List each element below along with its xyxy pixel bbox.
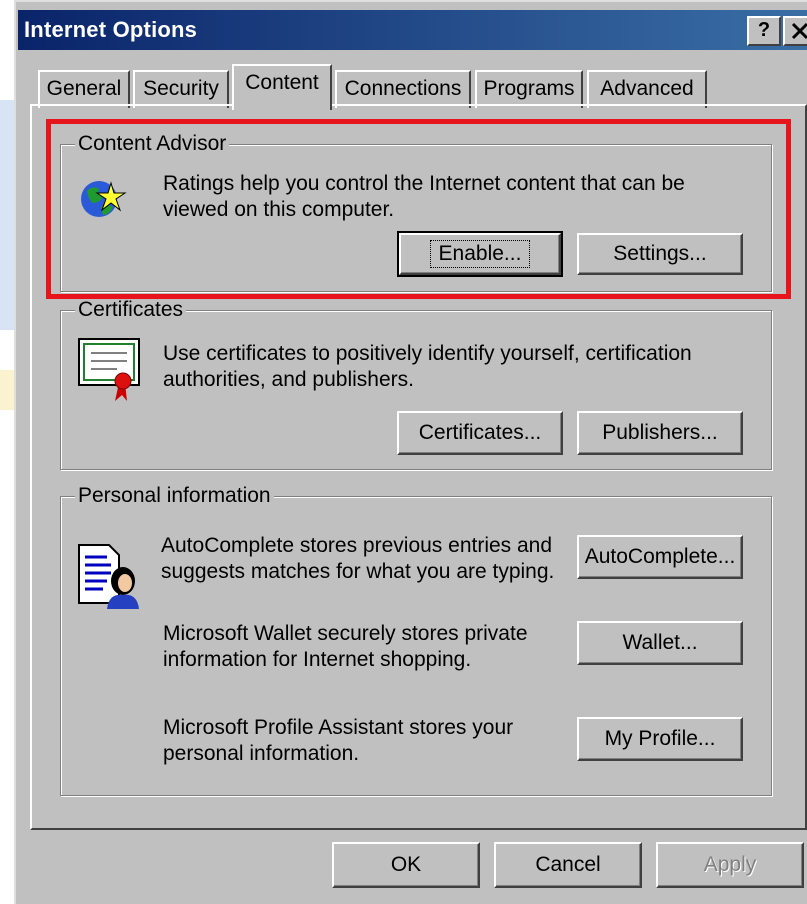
close-icon — [791, 22, 807, 40]
title-bar[interactable]: Internet Options ? — [18, 10, 807, 50]
content-advisor-legend: Content Advisor — [75, 131, 230, 157]
profile-description-line1: Microsoft Profile Assistant stores your — [163, 716, 514, 739]
wallet-description-line2: information for Internet shopping. — [163, 648, 472, 671]
cancel-button[interactable]: Cancel — [494, 842, 642, 888]
content-advisor-description-line1: Ratings help you control the Internet co… — [163, 172, 685, 195]
content-advisor-description-line2: viewed on this computer. — [163, 198, 395, 221]
autocomplete-button[interactable]: AutoComplete... — [577, 535, 743, 579]
apply-button[interactable]: Apply — [656, 842, 804, 888]
wallet-description-line1: Microsoft Wallet securely stores private — [163, 622, 528, 645]
certificates-description-line1: Use certificates to positively identify … — [163, 342, 692, 365]
tab-security[interactable]: Security — [133, 70, 229, 108]
content-advisor-group: Content Advisor Ratings help you control… — [60, 131, 772, 292]
wallet-button[interactable]: Wallet... — [577, 621, 743, 665]
certificates-button[interactable]: Certificates... — [397, 411, 563, 455]
personal-information-icon — [78, 544, 139, 609]
close-button[interactable] — [783, 16, 807, 46]
content-tab-panel: Content Advisor Ratings help you control… — [30, 104, 807, 830]
help-button[interactable]: ? — [747, 16, 781, 46]
certificate-icon — [78, 338, 140, 401]
certificates-legend: Certificates — [75, 297, 187, 323]
tab-general[interactable]: General — [38, 70, 130, 108]
tab-programs[interactable]: Programs — [475, 70, 583, 108]
publishers-button[interactable]: Publishers... — [577, 411, 743, 455]
tab-advanced[interactable]: Advanced — [587, 70, 707, 108]
window-title: Internet Options — [24, 17, 198, 42]
content-advisor-globe-icon — [81, 181, 127, 217]
tab-connections[interactable]: Connections — [335, 70, 471, 108]
profile-description-line2: personal information. — [163, 742, 360, 765]
enable-button[interactable]: Enable... — [397, 231, 563, 277]
autocomplete-description-line2: suggests matches for what you are typing… — [161, 560, 555, 583]
ok-button[interactable]: OK — [332, 842, 480, 888]
enable-button-label: Enable... — [429, 240, 531, 268]
personal-information-group: Personal information AutoComplete stores… — [60, 483, 772, 796]
autocomplete-description-line1: AutoComplete stores previous entries and — [161, 534, 553, 557]
my-profile-button[interactable]: My Profile... — [577, 717, 743, 761]
certificates-group: Certificates Use certificates to positiv… — [60, 297, 772, 470]
tab-content[interactable]: Content — [232, 64, 332, 110]
certificates-description-line2: authorities, and publishers. — [163, 368, 414, 391]
personal-information-legend: Personal information — [75, 483, 274, 509]
settings-button[interactable]: Settings... — [577, 233, 743, 275]
